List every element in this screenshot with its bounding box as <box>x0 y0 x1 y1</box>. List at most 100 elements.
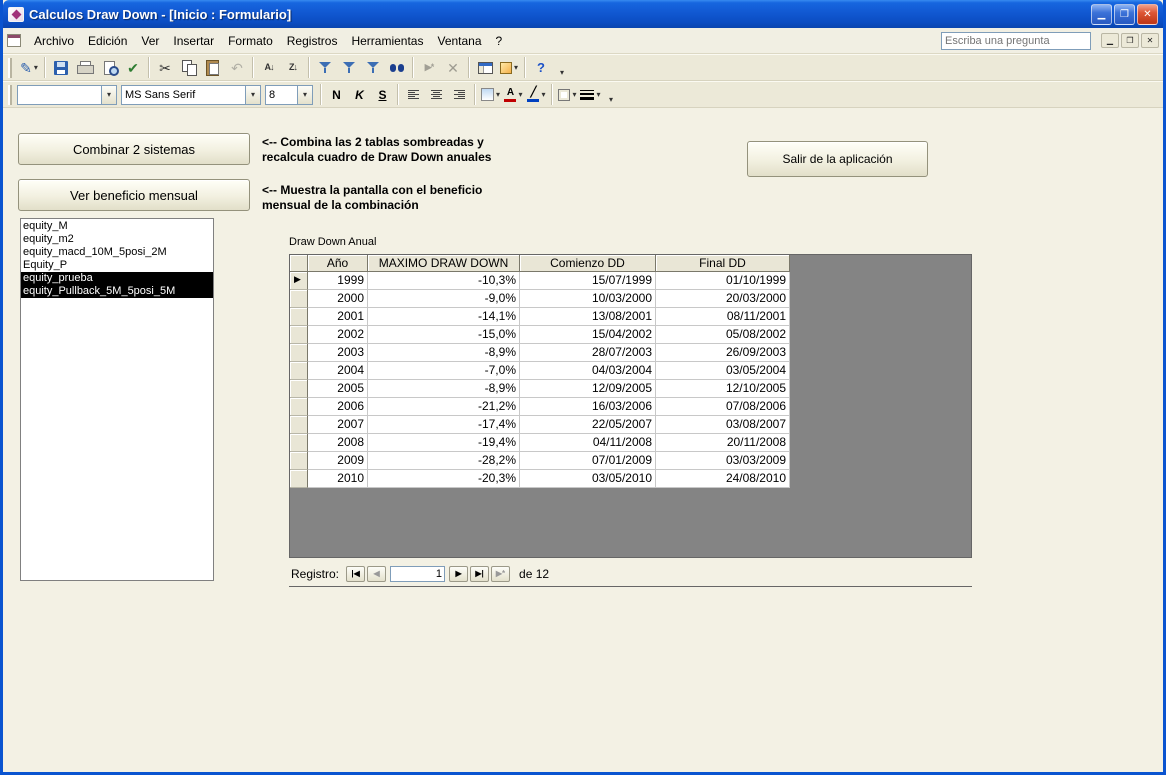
cell-year[interactable]: 2010 <box>308 470 368 488</box>
dropdown-icon[interactable]: ▾ <box>101 86 116 104</box>
column-header[interactable]: Final DD <box>656 255 790 272</box>
cell-max-drawdown[interactable]: -14,1% <box>368 308 520 326</box>
cell-year[interactable]: 2001 <box>308 308 368 326</box>
print-button[interactable] <box>73 56 97 79</box>
cell-dd-end[interactable]: 05/08/2002 <box>656 326 790 344</box>
cell-max-drawdown[interactable]: -8,9% <box>368 344 520 362</box>
list-item[interactable]: equity_m2 <box>21 233 213 246</box>
print-preview-button[interactable] <box>97 56 121 79</box>
dropdown-icon[interactable]: ▾ <box>245 86 260 104</box>
exit-application-button[interactable]: Salir de la aplicación <box>747 141 928 177</box>
row-selector[interactable]: ▶ <box>290 272 308 290</box>
cell-dd-start[interactable]: 10/03/2000 <box>520 290 656 308</box>
menu-item[interactable]: Insertar <box>166 30 221 52</box>
cell-dd-end[interactable]: 07/08/2006 <box>656 398 790 416</box>
row-selector[interactable] <box>290 380 308 398</box>
list-item[interactable]: Equity_P <box>21 259 213 272</box>
cell-dd-end[interactable]: 01/10/1999 <box>656 272 790 290</box>
dropdown-icon[interactable]: ▾ <box>297 86 312 104</box>
cell-max-drawdown[interactable]: -17,4% <box>368 416 520 434</box>
minimize-button[interactable]: ▁ <box>1091 4 1112 25</box>
help-button[interactable]: ? <box>529 56 553 79</box>
filter-by-form-button[interactable] <box>337 56 361 79</box>
line-color-button[interactable]: ╱ ▾ <box>525 84 548 106</box>
paste-button[interactable] <box>201 56 225 79</box>
cell-year[interactable]: 2004 <box>308 362 368 380</box>
cell-dd-end[interactable]: 03/05/2004 <box>656 362 790 380</box>
cell-max-drawdown[interactable]: -20,3% <box>368 470 520 488</box>
last-record-button[interactable]: ▶| <box>470 566 489 582</box>
menu-item[interactable]: Herramientas <box>344 30 430 52</box>
cell-max-drawdown[interactable]: -10,3% <box>368 272 520 290</box>
row-selector[interactable] <box>290 326 308 344</box>
object-combo[interactable]: ▾ <box>17 85 117 105</box>
cell-max-drawdown[interactable]: -28,2% <box>368 452 520 470</box>
select-all-corner[interactable] <box>290 255 308 272</box>
row-selector[interactable] <box>290 308 308 326</box>
sort-descending-button[interactable]: Z↓ <box>281 56 305 79</box>
cell-dd-end[interactable]: 08/11/2001 <box>656 308 790 326</box>
cell-year[interactable]: 2006 <box>308 398 368 416</box>
cell-dd-start[interactable]: 04/11/2008 <box>520 434 656 452</box>
cell-dd-start[interactable]: 15/04/2002 <box>520 326 656 344</box>
cell-year[interactable]: 2007 <box>308 416 368 434</box>
cell-dd-end[interactable]: 20/11/2008 <box>656 434 790 452</box>
cell-dd-end[interactable]: 20/03/2000 <box>656 290 790 308</box>
mdi-restore-button[interactable]: ❐ <box>1121 33 1139 48</box>
equity-listbox[interactable]: equity_M equity_m2 equity_macd_10M_5posi… <box>20 218 214 581</box>
cell-year[interactable]: 2009 <box>308 452 368 470</box>
apply-filter-button[interactable] <box>361 56 385 79</box>
cell-dd-start[interactable]: 16/03/2006 <box>520 398 656 416</box>
line-style-button[interactable]: ▾ <box>579 84 602 106</box>
cell-dd-start[interactable]: 03/05/2010 <box>520 470 656 488</box>
list-item[interactable]: equity_M <box>21 220 213 233</box>
save-button[interactable] <box>49 56 73 79</box>
monthly-benefit-button[interactable]: Ver beneficio mensual <box>18 179 250 211</box>
mdi-close-button[interactable]: ✕ <box>1141 33 1159 48</box>
align-right-button[interactable] <box>448 84 471 106</box>
cell-dd-start[interactable]: 13/08/2001 <box>520 308 656 326</box>
cell-dd-start[interactable]: 28/07/2003 <box>520 344 656 362</box>
cell-dd-start[interactable]: 04/03/2004 <box>520 362 656 380</box>
font-size-combo[interactable]: 8 ▾ <box>265 85 313 105</box>
menu-item[interactable]: Archivo <box>27 30 81 52</box>
row-selector[interactable] <box>290 416 308 434</box>
column-header[interactable]: MAXIMO DRAW DOWN <box>368 255 520 272</box>
cell-dd-end[interactable]: 03/03/2009 <box>656 452 790 470</box>
sort-ascending-button[interactable]: A↓ <box>257 56 281 79</box>
list-item[interactable]: equity_Pullback_5M_5posi_5M <box>21 285 213 298</box>
cell-dd-end[interactable]: 12/10/2005 <box>656 380 790 398</box>
menu-item[interactable]: Registros <box>280 30 345 52</box>
spelling-button[interactable]: ✔ <box>121 56 145 79</box>
underline-button[interactable]: S <box>371 84 394 106</box>
menu-item[interactable]: Ventana <box>430 30 488 52</box>
toolbar-grip[interactable] <box>8 85 13 105</box>
bold-button[interactable]: N <box>325 84 348 106</box>
font-color-button[interactable]: A ▾ <box>502 84 525 106</box>
cell-max-drawdown[interactable]: -19,4% <box>368 434 520 452</box>
cell-dd-end[interactable]: 03/08/2007 <box>656 416 790 434</box>
align-center-button[interactable] <box>425 84 448 106</box>
menu-item[interactable]: Ver <box>134 30 166 52</box>
row-selector[interactable] <box>290 290 308 308</box>
cell-year[interactable]: 2008 <box>308 434 368 452</box>
cell-max-drawdown[interactable]: -15,0% <box>368 326 520 344</box>
cell-year[interactable]: 2002 <box>308 326 368 344</box>
restore-button[interactable]: ❐ <box>1114 4 1135 25</box>
row-selector[interactable] <box>290 452 308 470</box>
mdi-minimize-button[interactable]: ▁ <box>1101 33 1119 48</box>
close-button[interactable]: ✕ <box>1137 4 1158 25</box>
row-selector[interactable] <box>290 434 308 452</box>
filter-by-selection-button[interactable] <box>313 56 337 79</box>
cell-dd-start[interactable]: 15/07/1999 <box>520 272 656 290</box>
cell-dd-end[interactable]: 26/09/2003 <box>656 344 790 362</box>
next-record-button[interactable]: ▶ <box>449 566 468 582</box>
row-selector[interactable] <box>290 344 308 362</box>
cell-dd-start[interactable]: 12/09/2005 <box>520 380 656 398</box>
font-combo[interactable]: MS Sans Serif ▾ <box>121 85 261 105</box>
cell-year[interactable]: 2005 <box>308 380 368 398</box>
toolbar-options-button[interactable]: ▾ <box>555 56 569 79</box>
row-selector[interactable] <box>290 362 308 380</box>
first-record-button[interactable]: |◀ <box>346 566 365 582</box>
cell-max-drawdown[interactable]: -9,0% <box>368 290 520 308</box>
